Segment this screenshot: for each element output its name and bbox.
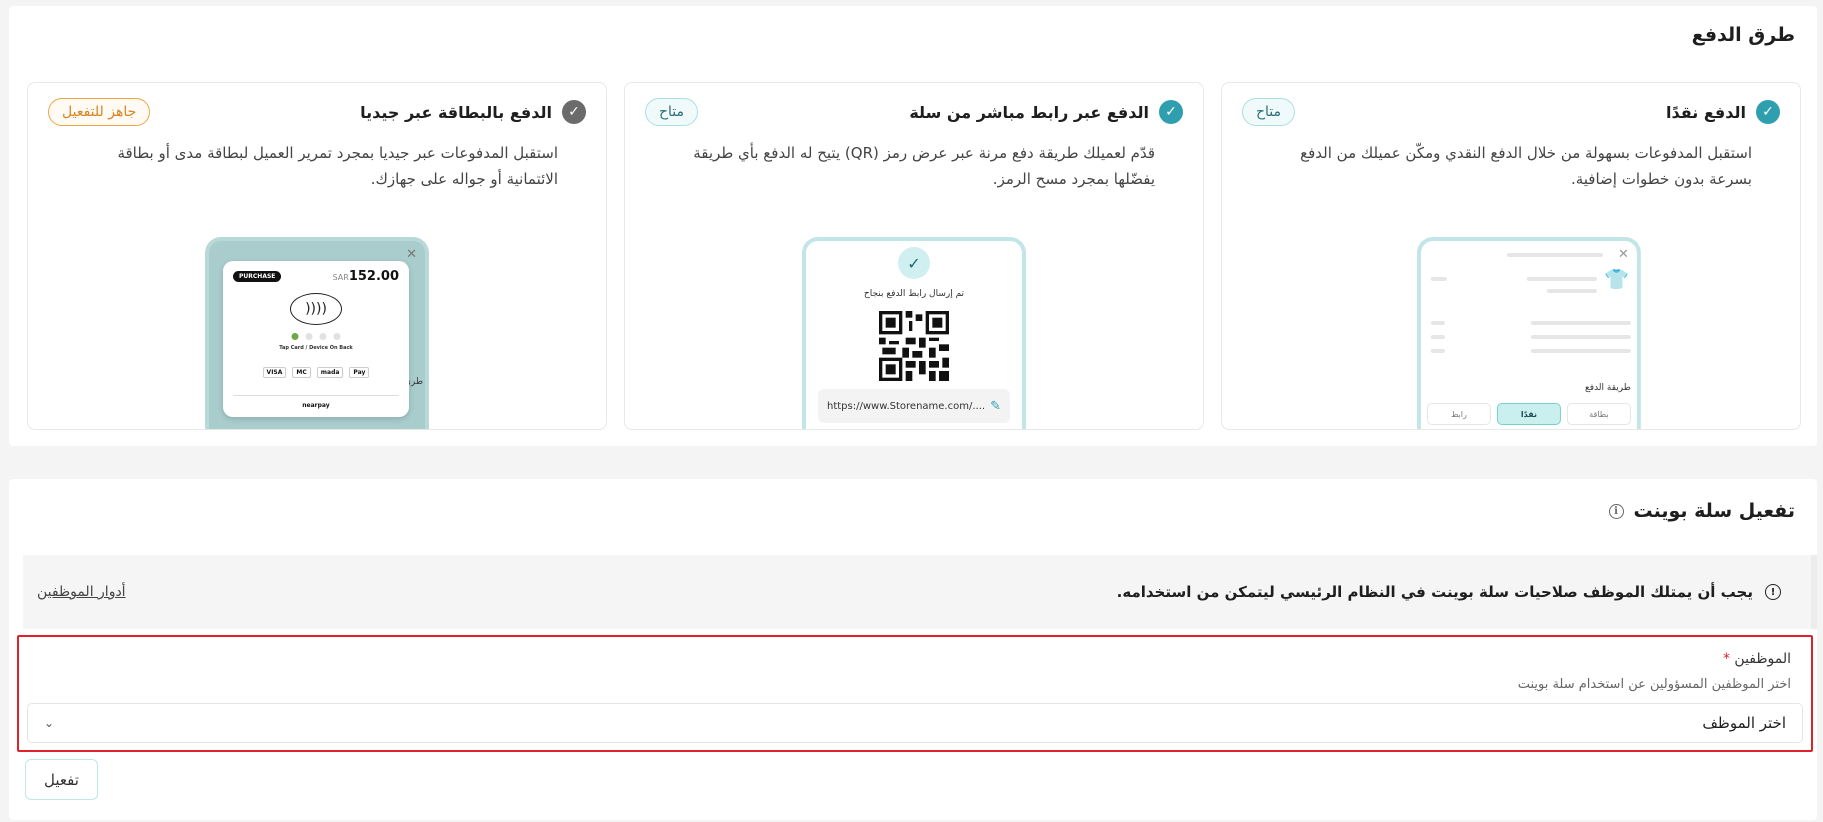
qr-code-icon — [879, 311, 949, 381]
powered-by: nearpay — [233, 395, 399, 409]
mock-bar — [1530, 321, 1631, 325]
card-payment-sheet: PURCHASE SAR152.00 )))) Tap Card / Devic… — [223, 261, 409, 417]
progress-dot — [319, 333, 327, 340]
payment-card-geidea[interactable]: ✓ الدفع بالبطاقة عبر جيديا جاهز للتفعيل … — [27, 82, 607, 430]
payment-link-text: https://www.Storename.com/.... — [827, 400, 986, 412]
alert-message: ! يجب أن يمتلك الموظف صلاحيات سلة بوينت … — [1117, 583, 1781, 601]
point-activation-panel: تفعيل سلة بوينت i ! يجب أن يمتلك الموظف … — [9, 479, 1817, 820]
card-title: الدفع بالبطاقة عبر جيديا — [360, 102, 552, 122]
cash-phone-mockup: ✕ 👕 طريقة الدفع بطاقة نقدًا رابط — [1416, 237, 1641, 429]
progress-dot — [291, 333, 299, 340]
card-title-wrap: ✓ الدفع بالبطاقة عبر جيديا — [360, 100, 586, 124]
card-description: استقبل المدفوعات عبر جيديا بمجرد تمرير ا… — [117, 144, 558, 188]
status-badge: متاح — [645, 98, 699, 126]
card-description: قدّم لعميلك طريقة دفع مرنة عبر عرض رمز (… — [693, 144, 1155, 188]
close-icon: ✕ — [406, 247, 417, 262]
link-phone-mockup: ✓ تم إرسال رابط الدفع بنجاح https://www.… — [802, 237, 1026, 429]
success-check-icon: ✓ — [898, 247, 930, 279]
payment-link-box: https://www.Storename.com/.... ✎ — [818, 389, 1010, 423]
required-mark: * — [1722, 651, 1730, 667]
card-title: الدفع نقدًا — [1666, 102, 1746, 122]
card-title-wrap: ✓ الدفع نقدًا — [1666, 100, 1780, 124]
point-title: تفعيل سلة بوينت — [1633, 500, 1796, 522]
chevron-down-icon: ⌄ — [44, 716, 55, 730]
edit-icon: ✎ — [990, 398, 1001, 414]
payment-methods-title: طرق الدفع — [1691, 24, 1795, 46]
activate-button[interactable]: تفعيل — [25, 759, 98, 800]
employee-roles-link[interactable]: أدوار الموظفين — [37, 584, 126, 600]
mock-section-label: طريقة الدفع — [1584, 383, 1631, 393]
mock-bar — [1430, 277, 1447, 281]
mock-bar — [1506, 253, 1603, 257]
check-icon: ✓ — [1756, 100, 1780, 124]
mock-bar — [1530, 335, 1631, 339]
brand-mastercard: MC — [292, 367, 311, 378]
info-icon[interactable]: i — [1608, 503, 1624, 519]
progress-dot — [305, 333, 313, 340]
select-placeholder: اختر الموظف — [1702, 714, 1786, 732]
payment-card-link[interactable]: ✓ الدفع عبر رابط مباشر من سلة متاح قدّم … — [624, 82, 1204, 430]
card-head: ✓ الدفع بالبطاقة عبر جيديا جاهز للتفعيل — [48, 97, 586, 127]
employees-label: الموظفين * — [1722, 651, 1791, 667]
mock-bar — [1526, 277, 1597, 281]
progress-dots — [291, 333, 341, 340]
alert-text: يجب أن يمتلك الموظف صلاحيات سلة بوينت في… — [1116, 583, 1753, 601]
shirt-icon: 👕 — [1604, 267, 1629, 291]
card-brands: VISA MC mada Pay — [223, 367, 409, 378]
card-title-wrap: ✓ الدفع عبر رابط مباشر من سلة — [909, 100, 1183, 124]
brand-applepay: Pay — [349, 367, 370, 378]
mock-bar — [1546, 289, 1597, 293]
employees-field: الموظفين * اختر الموظفين المسؤولين عن اس… — [17, 635, 1813, 752]
purchase-amount: SAR152.00 — [332, 269, 399, 284]
brand-mada: mada — [316, 367, 344, 378]
mock-option-cash: نقدًا — [1496, 403, 1561, 425]
payment-card-cash[interactable]: ✓ الدفع نقدًا متاح استقبل المدفوعات بسهو… — [1221, 82, 1801, 430]
status-badge: جاهز للتفعيل — [48, 98, 151, 126]
alert-icon: ! — [1765, 584, 1781, 600]
check-icon: ✓ — [562, 100, 586, 124]
card-head: ✓ الدفع نقدًا متاح — [1242, 97, 1780, 127]
employees-help-text: اختر الموظفين المسؤولين عن استخدام سلة ب… — [1517, 677, 1791, 692]
mock-bar — [1430, 321, 1445, 325]
geidea-phone-mockup: ✕ طري PURCHASE SAR152.00 )))) Tap Card /… — [205, 237, 429, 429]
permission-alert: ! يجب أن يمتلك الموظف صلاحيات سلة بوينت … — [23, 555, 1817, 629]
mock-bar — [1530, 349, 1631, 353]
close-icon: ✕ — [1618, 247, 1629, 262]
tap-instruction: Tap Card / Device On Back — [279, 345, 353, 351]
employee-select[interactable]: اختر الموظف ⌄ — [27, 703, 1803, 743]
brand-visa: VISA — [262, 367, 287, 378]
purchase-tag: PURCHASE — [233, 271, 282, 282]
card-head: ✓ الدفع عبر رابط مباشر من سلة متاح — [645, 97, 1183, 127]
mock-option-card: بطاقة — [1566, 403, 1631, 425]
payment-methods-panel: طرق الدفع ✓ الدفع نقدًا متاح استقبل المد… — [9, 6, 1817, 446]
card-title: الدفع عبر رابط مباشر من سلة — [909, 102, 1149, 122]
mock-bar — [1430, 335, 1445, 339]
mock-success-text: تم إرسال رابط الدفع بنجاح — [863, 289, 965, 299]
mock-bar — [1430, 349, 1445, 353]
nfc-tap-icon: )))) — [290, 293, 342, 325]
card-description: استقبل المدفوعات بسهولة من خلال الدفع ال… — [1300, 144, 1752, 188]
progress-dot — [333, 333, 341, 340]
mock-option-link: رابط — [1426, 403, 1491, 425]
check-icon: ✓ — [1159, 100, 1183, 124]
point-section-heading: تفعيل سلة بوينت i — [1608, 500, 1796, 522]
status-badge: متاح — [1242, 98, 1296, 126]
